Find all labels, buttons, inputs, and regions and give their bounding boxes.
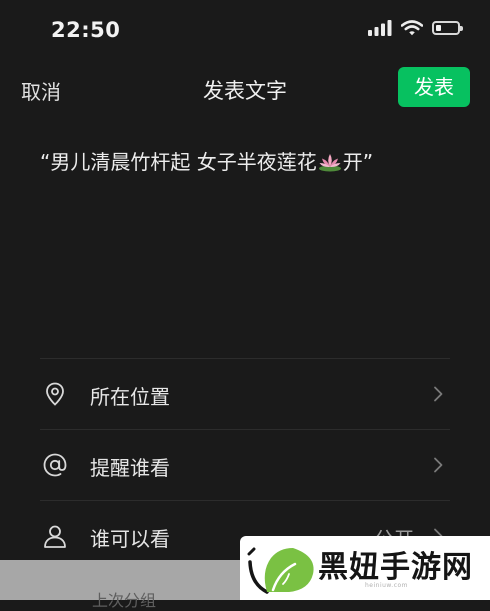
signal-icon	[368, 20, 392, 36]
user-icon	[44, 525, 66, 548]
watermark-subtext: heiniuw.com	[365, 582, 409, 589]
location-pin-icon	[46, 382, 64, 406]
status-icons	[368, 20, 463, 36]
post-text-area[interactable]: “男儿清晨竹杆起 女子半夜莲花 开”	[40, 146, 373, 177]
publish-button[interactable]: 发表	[398, 67, 470, 107]
watermark-text: 黑妞手游网	[318, 550, 473, 585]
bottom-strip-label: 上次分组	[92, 591, 157, 610]
battery-icon	[432, 21, 463, 35]
remind-label: 提醒谁看	[90, 456, 170, 480]
visibility-label: 谁可以看	[90, 527, 170, 551]
lotus-icon	[318, 152, 342, 177]
status-bar: 22:50	[0, 0, 490, 62]
wifi-icon	[401, 20, 423, 36]
location-label: 所在位置	[90, 385, 170, 409]
chevron-right-icon	[434, 457, 443, 473]
chevron-right-icon	[434, 386, 443, 402]
battery-level	[436, 25, 442, 31]
post-text-part-1: “男儿清晨竹杆起 女子半夜莲花	[40, 150, 317, 174]
at-mention-icon	[43, 453, 67, 477]
location-row[interactable]: 所在位置	[40, 358, 450, 429]
status-time: 22:50	[51, 18, 121, 42]
nav-bar: 取消 发表文字 发表	[0, 62, 490, 114]
post-text-part-2: 开”	[342, 150, 374, 174]
watermark: 黑妞手游网 heiniuw.com	[240, 536, 490, 600]
watermark-logo-icon	[247, 547, 314, 594]
remind-row[interactable]: 提醒谁看	[40, 429, 450, 500]
